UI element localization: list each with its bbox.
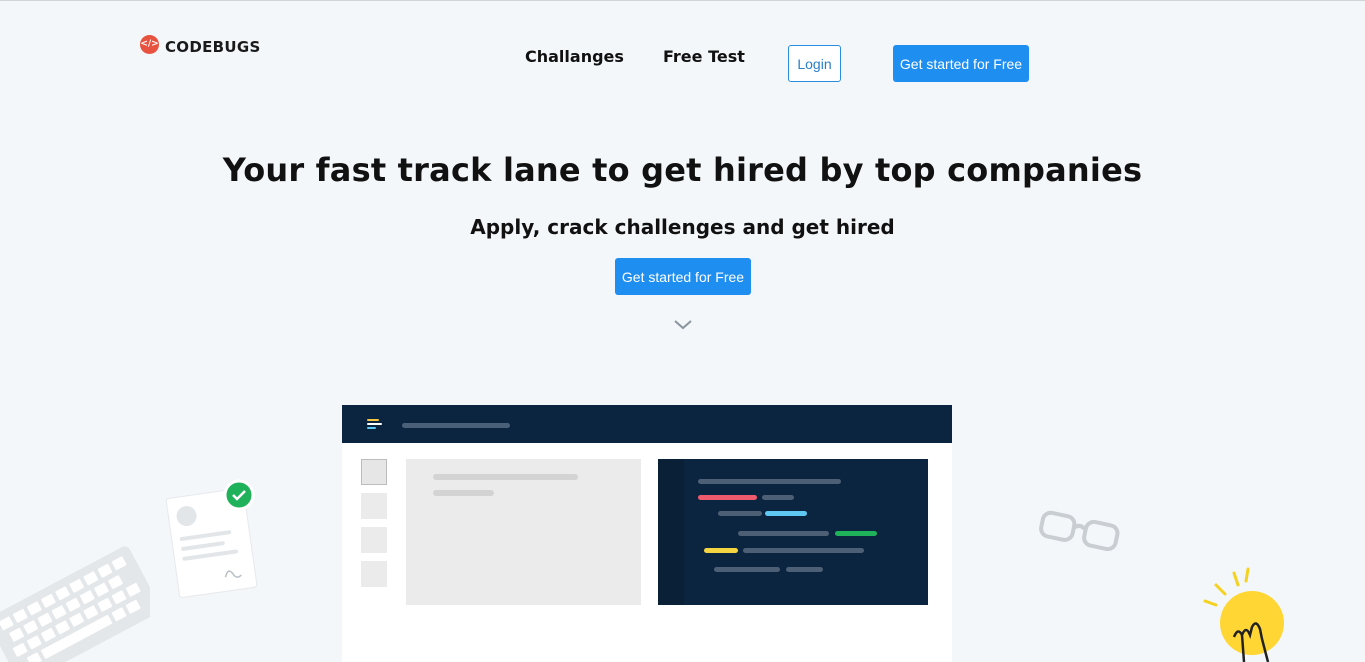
mockup-sidebar-tile <box>361 459 387 485</box>
glasses-illustration <box>1039 510 1120 552</box>
mockup-sidebar-tile <box>361 493 387 519</box>
chevron-down-icon[interactable] <box>674 317 692 331</box>
mockup-topbar <box>342 405 952 443</box>
mockup-code-editor <box>658 459 928 605</box>
mockup-url-bar <box>402 423 510 428</box>
hero-get-started-button[interactable]: Get started for Free <box>615 258 751 295</box>
resume-document-illustration <box>165 479 258 598</box>
brand-logo[interactable]: </> CODEBUGS <box>140 32 261 56</box>
app-mockup-illustration <box>342 405 952 662</box>
brand-name: CODEBUGS <box>165 38 261 56</box>
lightbulb-illustration <box>1203 567 1284 662</box>
code-icon: </> <box>140 34 159 54</box>
hero-title: Your fast track lane to get hired by top… <box>222 151 1143 189</box>
hero-subtitle: Apply, crack challenges and get hired <box>470 215 895 239</box>
header-get-started-button[interactable]: Get started for Free <box>893 45 1029 82</box>
mockup-sidebar-tile <box>361 561 387 587</box>
login-button[interactable]: Login <box>788 45 841 82</box>
nav-challenges-link[interactable]: Challanges <box>525 47 624 66</box>
nav-free-test-link[interactable]: Free Test <box>663 47 745 66</box>
mockup-sidebar-tile <box>361 527 387 553</box>
mockup-content-panel <box>406 459 641 605</box>
mockup-logo-icon <box>367 419 382 431</box>
keyboard-illustration <box>0 546 150 662</box>
check-icon <box>223 479 255 511</box>
